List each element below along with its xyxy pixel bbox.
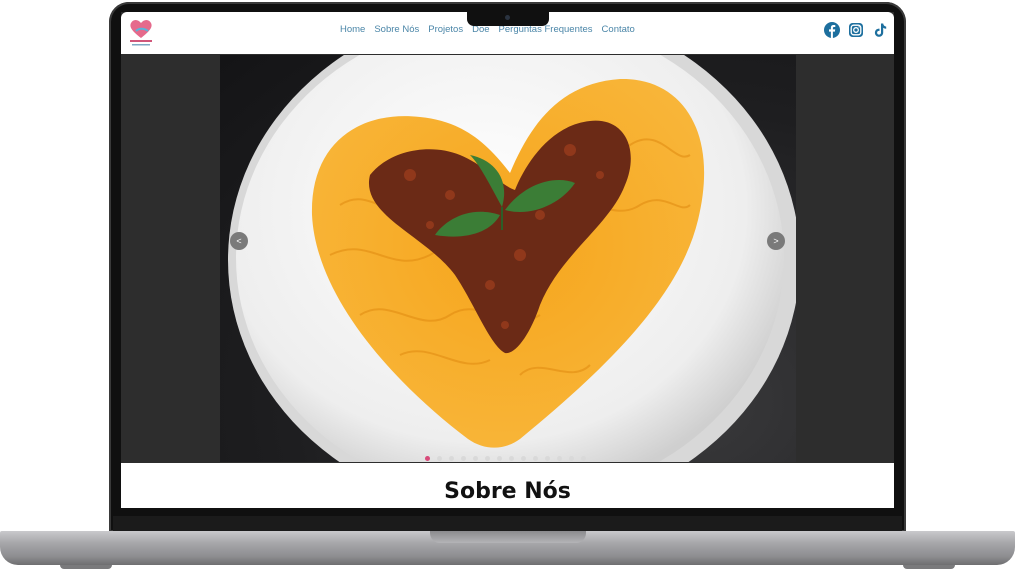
carousel-dot[interactable] [449,456,454,461]
tiktok-icon[interactable] [872,22,888,38]
facebook-icon[interactable] [824,22,840,38]
carousel-dot[interactable] [581,456,586,461]
camera-notch [467,11,549,26]
nav-home[interactable]: Home [340,24,365,35]
carousel-dot[interactable] [533,456,538,461]
social-links [824,22,888,38]
carousel-slide [220,55,796,462]
carousel-dot[interactable] [569,456,574,461]
carousel-prev-button[interactable]: < [230,232,248,250]
section-title: Sobre Nós [444,479,571,504]
laptop-chin [113,516,902,532]
laptop-foot [60,565,112,569]
image-carousel: < > [121,55,894,462]
carousel-dot[interactable] [497,456,502,461]
instagram-icon[interactable] [848,22,864,38]
carousel-dot[interactable] [557,456,562,461]
pasta-heart-image [228,55,796,462]
carousel-next-button[interactable]: > [767,232,785,250]
carousel-dot[interactable] [521,456,526,461]
about-section: Sobre Nós [121,463,894,508]
carousel-dot[interactable] [473,456,478,461]
screen: Home Sobre Nós Projetos Doe Perguntas Fr… [121,12,894,508]
brand-logo[interactable] [127,16,155,48]
laptop-foot [903,565,955,569]
nav-projetos[interactable]: Projetos [428,24,463,35]
carousel-dot[interactable] [545,456,550,461]
carousel-dot[interactable] [509,456,514,461]
nav-contato[interactable]: Contato [602,24,635,35]
carousel-indicators [425,456,586,461]
carousel-dot[interactable] [437,456,442,461]
camera-icon [505,15,510,20]
heart-logo-icon [130,20,152,46]
carousel-dot[interactable] [461,456,466,461]
laptop-opening-groove [430,531,586,543]
nav-sobre-nos[interactable]: Sobre Nós [374,24,419,35]
carousel-dot[interactable] [485,456,490,461]
carousel-dot[interactable] [425,456,430,461]
